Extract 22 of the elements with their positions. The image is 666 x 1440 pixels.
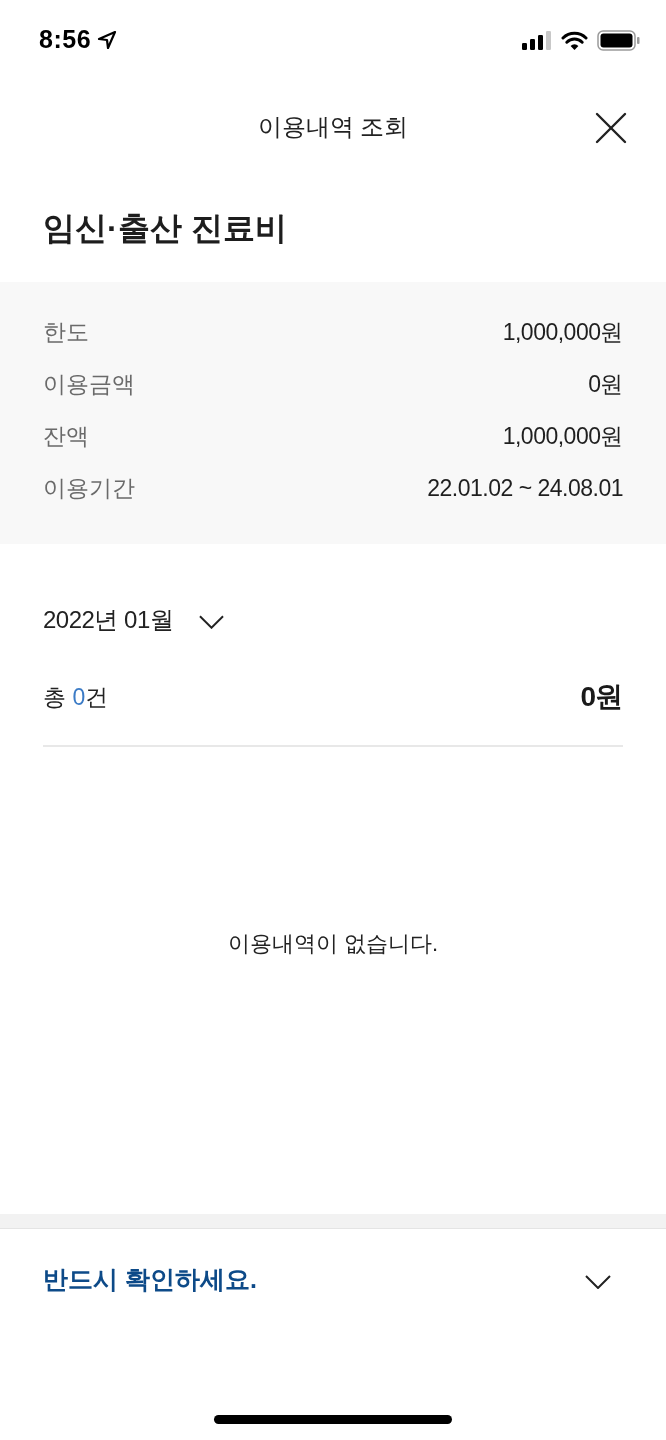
- summary-label: 잔액: [43, 421, 89, 451]
- status-time: 8:56: [39, 24, 92, 56]
- notice-accordion[interactable]: 반드시 확인하세요.: [0, 1229, 666, 1331]
- summary-label: 이용기간: [43, 473, 135, 503]
- wifi-icon: [561, 30, 588, 50]
- total-amount: 0원: [580, 680, 623, 714]
- summary-value: 22.01.02 ~ 24.08.01: [427, 473, 623, 503]
- header-title: 이용내역 조회: [257, 112, 409, 142]
- summary-label: 한도: [43, 317, 89, 347]
- total-count-text: 총 0건: [43, 682, 109, 712]
- month-dropdown[interactable]: 2022년 01월: [43, 602, 225, 638]
- page-title: 임신·출산 진료비: [43, 209, 287, 248]
- close-button[interactable]: [594, 111, 628, 145]
- empty-message: 이용내역이 없습니다.: [227, 930, 439, 958]
- location-arrow-icon: [97, 30, 118, 50]
- battery-icon: [597, 29, 640, 51]
- summary-label: 이용금액: [43, 369, 135, 399]
- close-icon: [595, 112, 627, 144]
- signal-icon: [522, 30, 552, 50]
- summary-value: 1,000,000원: [502, 317, 623, 347]
- summary-value: 1,000,000원: [502, 421, 623, 451]
- summary-value: 0원: [588, 369, 623, 399]
